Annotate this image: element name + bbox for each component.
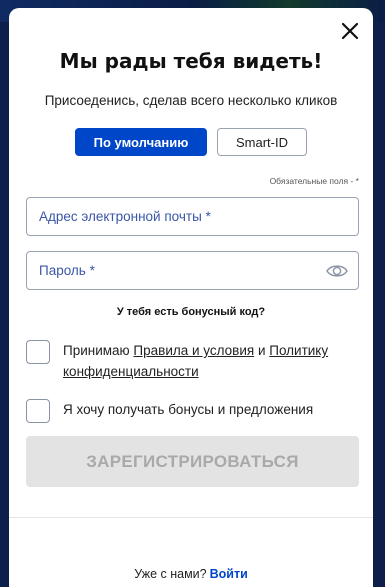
terms-prefix: Принимаю [63, 343, 134, 358]
login-method-tabs: По умолчанию Smart-ID [9, 128, 373, 156]
footer-divider [9, 517, 373, 518]
password-input[interactable] [39, 263, 319, 278]
login-prompt-text: Уже с нами? [134, 567, 207, 581]
register-button[interactable]: ЗАРЕГИСТРИРОВАТЬСЯ [26, 436, 359, 487]
bonuses-opt-in-row: Я хочу получать бонусы и предложения [26, 399, 313, 423]
bonus-code-link[interactable]: У тебя есть бонусный код? [9, 306, 373, 318]
terms-row: Принимаю Правила и условия и Политику ко… [26, 340, 373, 382]
email-input[interactable] [39, 209, 319, 224]
terms-checkbox[interactable] [26, 340, 50, 364]
bonuses-checkbox[interactable] [26, 399, 50, 423]
terms-text: Принимаю Правила и условия и Политику ко… [63, 340, 373, 382]
close-button[interactable] [339, 20, 361, 42]
close-icon [341, 22, 359, 40]
password-visibility-toggle[interactable] [326, 263, 348, 279]
registration-modal: Мы рады тебя видеть! Присоеденись, сдела… [9, 8, 373, 587]
bonuses-label: Я хочу получать бонусы и предложения [63, 402, 314, 417]
tab-default[interactable]: По умолчанию [75, 128, 207, 156]
terms-link[interactable]: Правила и условия [133, 343, 254, 358]
login-link[interactable]: Войти [210, 567, 248, 581]
password-field [26, 251, 359, 290]
tab-smart-id[interactable]: Smart-ID [217, 128, 307, 156]
modal-title: Мы рады тебя видеть! [59, 49, 323, 73]
modal-subtitle: Присоеденись, сделав всего несколько кли… [44, 93, 338, 108]
login-prompt: Уже с нами? Войти [9, 567, 373, 581]
terms-middle: и [254, 343, 270, 358]
required-fields-note: Обязательные поля - * [269, 176, 359, 186]
email-field [26, 197, 359, 236]
eye-icon [326, 265, 348, 277]
